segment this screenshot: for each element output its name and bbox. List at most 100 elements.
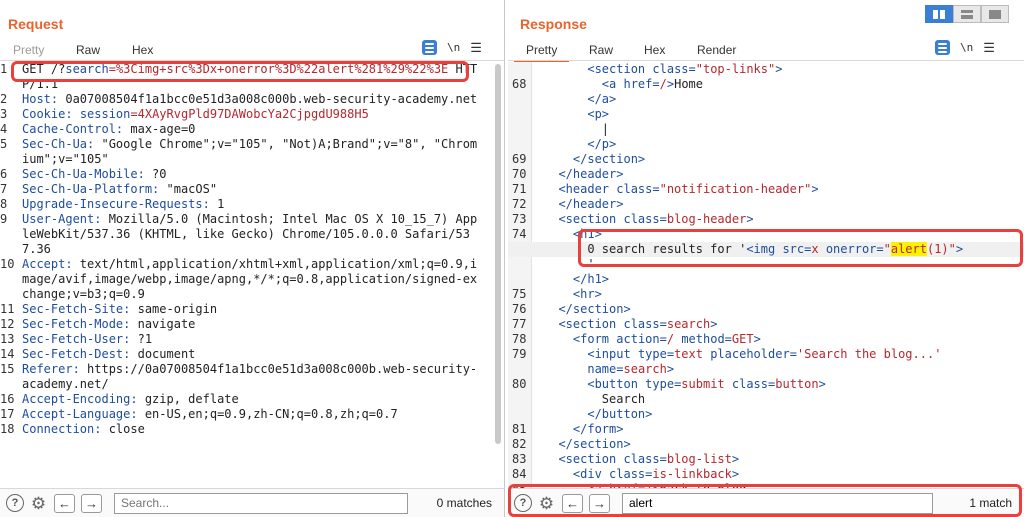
code-token: <section [558,212,624,226]
response-line: name=search> [508,362,1024,377]
code-token: Sec-Fetch-Site: [22,302,131,316]
request-pane: Request Pretty Raw Hex \n ☰ 1 GET /?searc… [0,0,505,517]
request-match-count: 0 matches [436,496,492,510]
code-token: Upgrade-Insecure-Requests: [22,197,210,211]
code-token: Sec-Ch-Ua-Mobile: [22,167,145,181]
line-number: 70 [512,167,527,181]
line-number: 76 [512,302,527,316]
response-line: 75 <hr> [508,287,1024,302]
code-token: placeholder [702,347,790,361]
code-token: "macOS" [159,182,218,196]
line-number: 14 [0,347,15,361]
line-number: 69 [512,152,527,166]
previous-match-button[interactable]: ← [54,493,75,513]
layout-tabs-icon[interactable] [981,5,1009,23]
response-line: 70 </header> [508,167,1024,182]
line-number: 18 [0,422,15,436]
line-number: 17 [0,407,15,421]
code-token: > [666,362,675,376]
line-number: 79 [512,347,527,361]
response-title: Response [520,16,587,32]
code-token: Accept-Language: [22,407,138,421]
menu-icon[interactable]: ☰ [470,41,482,54]
line-number: 74 [512,227,527,241]
code-token: > [818,377,826,391]
response-line: 81 </form> [508,422,1024,437]
response-editor[interactable]: <section class="top-links"> 68 <a href=/>… [508,62,1024,488]
menu-icon[interactable]: ☰ [983,41,995,54]
code-token: GET [731,332,754,346]
line-number: 3 [0,107,8,121]
code-token: Host: [22,92,59,106]
request-line: 12 Sec-Fetch-Mode: navigate [0,317,492,332]
code-token: gzip, deflate [137,392,239,406]
request-line: 5 Sec-Ch-Ua: "Google Chrome";v="105", "No… [0,137,492,167]
code-token: = [652,182,660,196]
code-token: Home [674,77,703,91]
code-token: 1 [209,197,225,211]
code-token: search [666,317,711,331]
request-toolbar: \n ☰ [422,40,482,55]
code-token: = [789,347,797,361]
line-number: 82 [512,437,527,451]
code-token: navigate [130,317,196,331]
response-line: 79 <input type=text placeholder='Search … [508,347,1024,362]
highlight-box-search-bar [508,484,1022,517]
code-token: ?0 [144,167,167,181]
code-token: blog-list [666,452,732,466]
response-line: 78 <form action=/ method=GET> [508,332,1024,347]
code-token: is-linkback [652,467,732,481]
newline-toggle[interactable]: \n [960,41,973,54]
code-token: / [666,332,675,346]
code-token: method [674,332,725,346]
tab-hex[interactable]: Hex [132,43,153,57]
code-token: > [666,77,675,91]
response-line: 83 <section class=blog-list> [508,452,1024,467]
code-token: https://0a07008504f1a1bcc0e51d3a008c000b… [22,362,478,391]
code-token: class [623,212,660,226]
code-token: close [101,422,145,436]
code-token: = [652,77,660,91]
help-icon[interactable]: ? [6,494,24,512]
request-scrollbar[interactable] [495,64,501,444]
layout-switcher [925,5,1009,23]
request-search-input[interactable] [114,492,408,514]
tab-raw[interactable]: Raw [63,43,113,62]
tab-raw[interactable]: Raw [589,43,613,57]
response-line: Search [508,392,1024,407]
tab-pretty[interactable]: Pretty [513,43,570,62]
code-token: class [623,452,660,466]
pretty-print-icon[interactable] [935,40,950,55]
code-token: <hr> [572,287,602,301]
tab-render[interactable]: Render [697,43,736,57]
tab-hex[interactable]: Hex [644,43,665,57]
code-token: <div [572,467,610,481]
next-match-button[interactable]: → [81,493,102,513]
code-token: <form [572,332,617,346]
code-token: 'Search the blog...' [796,347,942,361]
code-token: search [623,362,667,376]
newline-toggle[interactable]: \n [447,41,460,54]
code-token: </form> [572,422,624,436]
line-number: 2 [0,92,8,106]
code-token: button [775,377,819,391]
line-number: 15 [0,362,15,376]
code-token: Accept: [22,257,73,271]
response-line: </a> [508,92,1024,107]
tab-pretty[interactable]: Pretty [13,43,44,57]
code-token: = [616,362,624,376]
gear-icon[interactable]: ⚙ [29,494,48,513]
code-token: href [623,77,653,91]
code-token: class [616,182,653,196]
highlight-box-reflected-payload [578,229,1023,267]
code-token: <button [587,377,646,391]
pretty-print-icon[interactable] [422,40,437,55]
response-line: 69 </section> [508,152,1024,167]
request-line: 14 Sec-Fetch-Dest: document [0,347,492,362]
request-editor[interactable]: 1 GET /?search=%3Cimg+src%3Dx+onerror%3D%… [0,62,492,488]
layout-top-bottom-icon[interactable] [953,5,981,23]
code-token: </header> [558,167,624,181]
layout-side-by-side-icon[interactable] [925,5,953,23]
code-token: > [731,467,740,481]
code-token: action [616,332,660,346]
